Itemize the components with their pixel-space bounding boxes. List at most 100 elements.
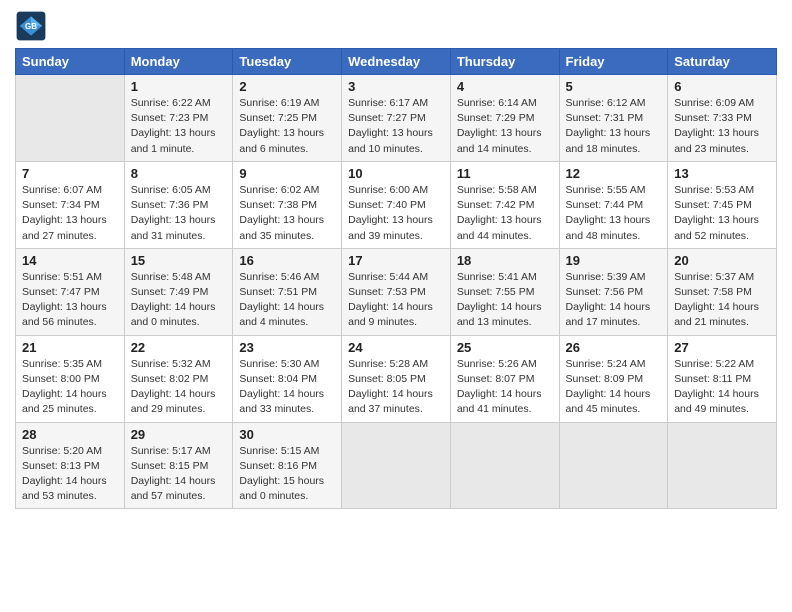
day-info: Sunrise: 5:17 AM Sunset: 8:15 PM Dayligh… bbox=[131, 444, 227, 505]
calendar-cell: 24Sunrise: 5:28 AM Sunset: 8:05 PM Dayli… bbox=[342, 335, 451, 422]
day-info: Sunrise: 5:41 AM Sunset: 7:55 PM Dayligh… bbox=[457, 270, 553, 331]
day-info: Sunrise: 6:05 AM Sunset: 7:36 PM Dayligh… bbox=[131, 183, 227, 244]
day-number: 7 bbox=[22, 166, 118, 181]
day-number: 14 bbox=[22, 253, 118, 268]
calendar-header: SundayMondayTuesdayWednesdayThursdayFrid… bbox=[16, 49, 777, 75]
day-number: 3 bbox=[348, 79, 444, 94]
day-info: Sunrise: 6:09 AM Sunset: 7:33 PM Dayligh… bbox=[674, 96, 770, 157]
calendar-week-3: 14 Sunrise: 5:51 AM Sunset: 7:47 PM Dayli… bbox=[16, 248, 777, 335]
day-number: 29 bbox=[131, 427, 227, 442]
day-number: 15 bbox=[131, 253, 227, 268]
calendar-cell: 23Sunrise: 5:30 AM Sunset: 8:04 PM Dayli… bbox=[233, 335, 342, 422]
svg-text:GB: GB bbox=[25, 22, 37, 31]
day-info: Sunrise: 6:07 AM Sunset: 7:34 PM Dayligh… bbox=[22, 183, 118, 244]
calendar-cell: 11 Sunrise: 5:58 AM Sunset: 7:42 PM Dayli… bbox=[450, 161, 559, 248]
day-number: 24 bbox=[348, 340, 444, 355]
weekday-header-thursday: Thursday bbox=[450, 49, 559, 75]
calendar-cell: 20 Sunrise: 5:37 AM Sunset: 7:58 PM Dayli… bbox=[668, 248, 777, 335]
day-info: Sunrise: 6:02 AM Sunset: 7:38 PM Dayligh… bbox=[239, 183, 335, 244]
calendar-cell: 5 Sunrise: 6:12 AM Sunset: 7:31 PM Daylig… bbox=[559, 75, 668, 162]
day-info: Sunrise: 5:37 AM Sunset: 7:58 PM Dayligh… bbox=[674, 270, 770, 331]
logo-icon: GB bbox=[15, 10, 47, 42]
day-number: 16 bbox=[239, 253, 335, 268]
calendar-cell: 8 Sunrise: 6:05 AM Sunset: 7:36 PM Daylig… bbox=[124, 161, 233, 248]
day-info: Sunrise: 5:30 AM Sunset: 8:04 PM Dayligh… bbox=[239, 357, 335, 418]
calendar-cell: 28 Sunrise: 5:20 AM Sunset: 8:13 PM Dayli… bbox=[16, 422, 125, 509]
day-number: 11 bbox=[457, 166, 553, 181]
weekday-header-tuesday: Tuesday bbox=[233, 49, 342, 75]
calendar-cell: 17 Sunrise: 5:44 AM Sunset: 7:53 PM Dayli… bbox=[342, 248, 451, 335]
calendar-cell bbox=[342, 422, 451, 509]
day-number: 6 bbox=[674, 79, 770, 94]
day-info: Sunrise: 5:51 AM Sunset: 7:47 PM Dayligh… bbox=[22, 270, 118, 331]
day-info: Sunrise: 6:22 AM Sunset: 7:23 PM Dayligh… bbox=[131, 96, 227, 157]
day-number: 20 bbox=[674, 253, 770, 268]
calendar-cell: 14 Sunrise: 5:51 AM Sunset: 7:47 PM Dayli… bbox=[16, 248, 125, 335]
weekday-header-saturday: Saturday bbox=[668, 49, 777, 75]
day-info: Sunrise: 5:44 AM Sunset: 7:53 PM Dayligh… bbox=[348, 270, 444, 331]
calendar-cell: 26Sunrise: 5:24 AM Sunset: 8:09 PM Dayli… bbox=[559, 335, 668, 422]
day-number: 5 bbox=[566, 79, 662, 94]
calendar-cell: 29 Sunrise: 5:17 AM Sunset: 8:15 PM Dayli… bbox=[124, 422, 233, 509]
calendar-cell bbox=[559, 422, 668, 509]
day-info: Sunrise: 5:26 AM Sunset: 8:07 PM Dayligh… bbox=[457, 357, 553, 418]
day-info: Sunrise: 5:53 AM Sunset: 7:45 PM Dayligh… bbox=[674, 183, 770, 244]
day-number: 19 bbox=[566, 253, 662, 268]
calendar-cell: 2 Sunrise: 6:19 AM Sunset: 7:25 PM Daylig… bbox=[233, 75, 342, 162]
day-number: 30 bbox=[239, 427, 335, 442]
calendar-cell: 30 Sunrise: 5:15 AM Sunset: 8:16 PM Dayli… bbox=[233, 422, 342, 509]
logo: GB bbox=[15, 10, 51, 42]
calendar-week-1: 1 Sunrise: 6:22 AM Sunset: 7:23 PM Daylig… bbox=[16, 75, 777, 162]
day-number: 21 bbox=[22, 340, 118, 355]
day-info: Sunrise: 5:48 AM Sunset: 7:49 PM Dayligh… bbox=[131, 270, 227, 331]
day-info: Sunrise: 5:39 AM Sunset: 7:56 PM Dayligh… bbox=[566, 270, 662, 331]
day-number: 25 bbox=[457, 340, 553, 355]
day-info: Sunrise: 6:19 AM Sunset: 7:25 PM Dayligh… bbox=[239, 96, 335, 157]
calendar-table: SundayMondayTuesdayWednesdayThursdayFrid… bbox=[15, 48, 777, 509]
day-number: 9 bbox=[239, 166, 335, 181]
calendar-cell bbox=[668, 422, 777, 509]
day-number: 4 bbox=[457, 79, 553, 94]
day-number: 26 bbox=[566, 340, 662, 355]
calendar-cell bbox=[450, 422, 559, 509]
calendar-cell: 22 Sunrise: 5:32 AM Sunset: 8:02 PM Dayli… bbox=[124, 335, 233, 422]
day-number: 2 bbox=[239, 79, 335, 94]
calendar-cell: 13 Sunrise: 5:53 AM Sunset: 7:45 PM Dayli… bbox=[668, 161, 777, 248]
calendar-cell: 7 Sunrise: 6:07 AM Sunset: 7:34 PM Daylig… bbox=[16, 161, 125, 248]
calendar-cell: 10 Sunrise: 6:00 AM Sunset: 7:40 PM Dayli… bbox=[342, 161, 451, 248]
day-info: Sunrise: 6:00 AM Sunset: 7:40 PM Dayligh… bbox=[348, 183, 444, 244]
weekday-header-friday: Friday bbox=[559, 49, 668, 75]
calendar-week-5: 28 Sunrise: 5:20 AM Sunset: 8:13 PM Dayli… bbox=[16, 422, 777, 509]
day-number: 1 bbox=[131, 79, 227, 94]
day-info: Sunrise: 6:12 AM Sunset: 7:31 PM Dayligh… bbox=[566, 96, 662, 157]
day-info: Sunrise: 5:22 AM Sunset: 8:11 PM Dayligh… bbox=[674, 357, 770, 418]
day-number: 22 bbox=[131, 340, 227, 355]
day-info: Sunrise: 6:17 AM Sunset: 7:27 PM Dayligh… bbox=[348, 96, 444, 157]
day-info: Sunrise: 5:58 AM Sunset: 7:42 PM Dayligh… bbox=[457, 183, 553, 244]
calendar-cell: 6 Sunrise: 6:09 AM Sunset: 7:33 PM Daylig… bbox=[668, 75, 777, 162]
calendar-cell: 16 Sunrise: 5:46 AM Sunset: 7:51 PM Dayli… bbox=[233, 248, 342, 335]
day-number: 13 bbox=[674, 166, 770, 181]
calendar-cell: 9 Sunrise: 6:02 AM Sunset: 7:38 PM Daylig… bbox=[233, 161, 342, 248]
day-info: Sunrise: 6:14 AM Sunset: 7:29 PM Dayligh… bbox=[457, 96, 553, 157]
day-number: 18 bbox=[457, 253, 553, 268]
day-info: Sunrise: 5:20 AM Sunset: 8:13 PM Dayligh… bbox=[22, 444, 118, 505]
day-number: 12 bbox=[566, 166, 662, 181]
calendar-cell: 15 Sunrise: 5:48 AM Sunset: 7:49 PM Dayli… bbox=[124, 248, 233, 335]
calendar-week-4: 21Sunrise: 5:35 AM Sunset: 8:00 PM Dayli… bbox=[16, 335, 777, 422]
weekday-header-sunday: Sunday bbox=[16, 49, 125, 75]
calendar-cell: 19 Sunrise: 5:39 AM Sunset: 7:56 PM Dayli… bbox=[559, 248, 668, 335]
day-info: Sunrise: 5:15 AM Sunset: 8:16 PM Dayligh… bbox=[239, 444, 335, 505]
day-number: 8 bbox=[131, 166, 227, 181]
calendar-cell: 12Sunrise: 5:55 AM Sunset: 7:44 PM Dayli… bbox=[559, 161, 668, 248]
day-info: Sunrise: 5:46 AM Sunset: 7:51 PM Dayligh… bbox=[239, 270, 335, 331]
calendar-cell bbox=[16, 75, 125, 162]
day-number: 10 bbox=[348, 166, 444, 181]
calendar-cell: 21Sunrise: 5:35 AM Sunset: 8:00 PM Dayli… bbox=[16, 335, 125, 422]
page-header: GB bbox=[15, 10, 777, 42]
day-number: 17 bbox=[348, 253, 444, 268]
calendar-cell: 3 Sunrise: 6:17 AM Sunset: 7:27 PM Daylig… bbox=[342, 75, 451, 162]
day-number: 28 bbox=[22, 427, 118, 442]
day-info: Sunrise: 5:32 AM Sunset: 8:02 PM Dayligh… bbox=[131, 357, 227, 418]
weekday-header-wednesday: Wednesday bbox=[342, 49, 451, 75]
